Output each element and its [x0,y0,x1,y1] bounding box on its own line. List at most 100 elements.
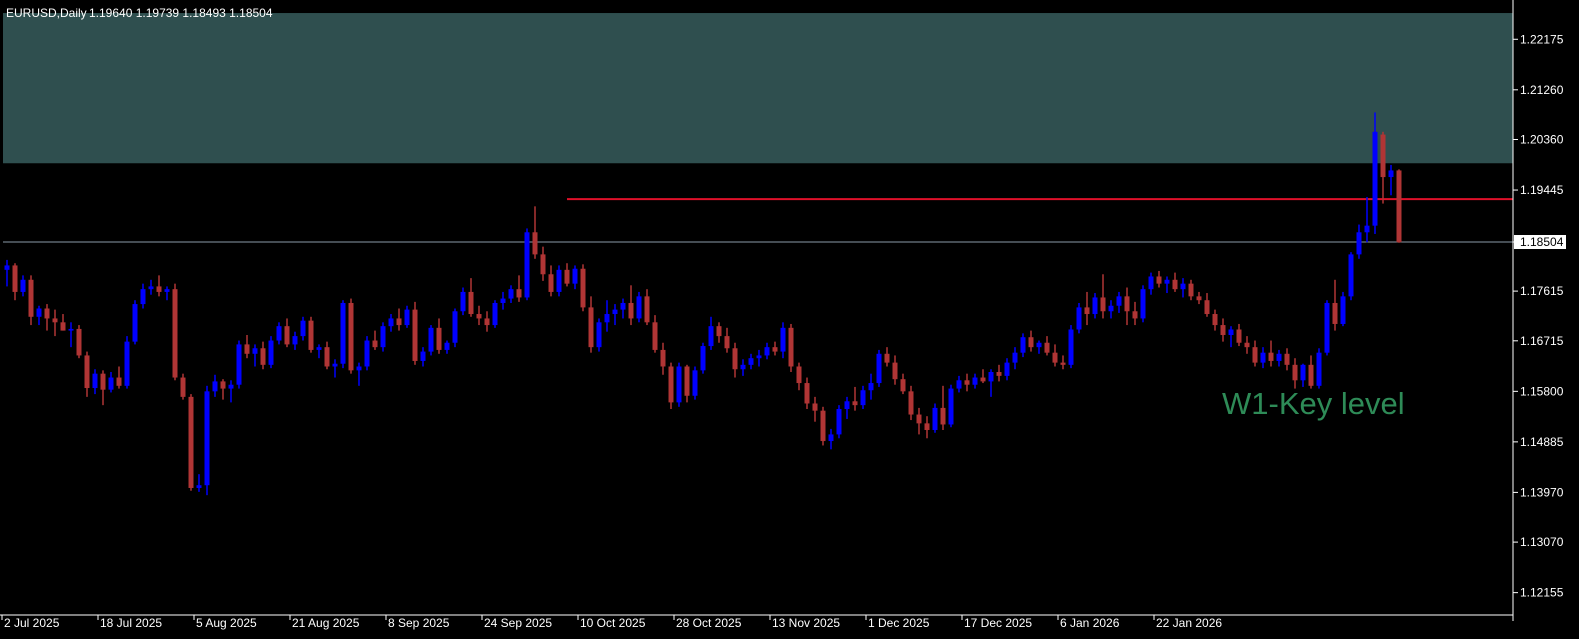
x-tick-label: 22 Jan 2026 [1156,616,1222,630]
x-tick-label: 8 Sep 2025 [388,616,450,630]
candle-body [1084,307,1090,315]
candle [972,373,978,389]
candle-body [356,366,362,371]
candle-body [820,410,826,442]
candle [308,316,314,353]
candle [580,264,586,312]
candle [1252,340,1258,367]
candle [380,322,386,352]
candle-body [724,336,730,349]
candle-body [1372,131,1378,226]
candle [36,305,42,326]
candle-body [708,326,714,347]
candle-body [596,322,602,348]
y-tick-label: 1.12155 [1520,586,1564,600]
candle-body [1356,232,1362,255]
candle-body [76,328,82,356]
candle-body [132,304,138,342]
candle [196,474,202,492]
candle [1300,363,1306,387]
candle [1380,131,1386,204]
candle [916,407,922,435]
candle-body [1292,364,1298,381]
candle [956,375,962,393]
candle-body [1300,364,1306,381]
candle-body [12,265,18,292]
candle-body [1252,347,1258,363]
candle-body [764,347,770,356]
candle [1340,291,1346,327]
candle [1204,293,1210,317]
candle [852,386,858,411]
candle [932,403,938,433]
candle-body [676,366,682,403]
candle-body [36,308,42,317]
candle [884,347,890,367]
candle [364,336,370,371]
candle-body [108,377,114,390]
candle [148,279,154,295]
candle-body [188,396,194,488]
candle [180,373,186,400]
candle [84,351,90,397]
candle [492,300,498,328]
candle [444,340,450,354]
x-tick-label: 10 Oct 2025 [580,616,646,630]
candle [572,265,578,290]
x-tick-label: 6 Jan 2026 [1060,616,1120,630]
candle [468,278,474,317]
candlestick-chart[interactable]: W1-Key level 1.22175 1.21260 1.20360 1.1944… [0,0,1579,634]
candle [140,283,146,309]
candle-body [388,318,394,327]
y-tick-label: 1.19445 [1520,183,1564,197]
candle [628,285,634,326]
candle [1292,358,1298,389]
candle-body [252,348,258,354]
y-tick-label: 1.17615 [1520,284,1564,298]
candle [204,385,210,496]
candle [684,364,690,403]
candle-body [28,279,34,317]
candle [828,428,834,450]
candle-body [172,289,178,378]
y-tick-label: 1.20360 [1520,133,1564,147]
candle-body [1196,296,1202,301]
candle [108,372,114,393]
candle [388,314,394,332]
candle [420,347,426,367]
candle-body [1116,296,1122,306]
candle [1156,270,1162,288]
candle [908,385,914,421]
candle [1004,358,1010,381]
candle-body [1308,364,1314,386]
x-tick-label: 2 Jul 2025 [4,616,60,630]
candle [1124,287,1130,326]
candle-body [796,366,802,384]
x-tick-label: 18 Jul 2025 [100,616,162,630]
candle [1068,325,1074,369]
x-tick-label: 5 Aug 2025 [196,616,257,630]
candle-body [300,320,306,337]
candle [636,291,642,323]
candle [28,275,34,326]
candle [1052,344,1058,367]
candle [980,369,986,384]
chart-window[interactable]: W1-Key level 1.22175 1.21260 1.20360 1.1944… [0,0,1579,634]
candle [1324,300,1330,356]
candle [1060,355,1066,370]
candle [260,341,266,370]
candle-body [660,349,666,367]
candle [220,379,226,400]
candle-body [924,423,930,430]
candle-body [1060,362,1066,365]
y-tick-label: 1.13070 [1520,535,1564,549]
candle [100,370,106,406]
candle [1172,272,1178,292]
candle [1132,301,1138,326]
candle [900,373,906,395]
candle [4,259,10,287]
candle-body [1076,307,1082,330]
candle [1028,330,1034,352]
candle [252,344,258,367]
candle [748,353,754,370]
